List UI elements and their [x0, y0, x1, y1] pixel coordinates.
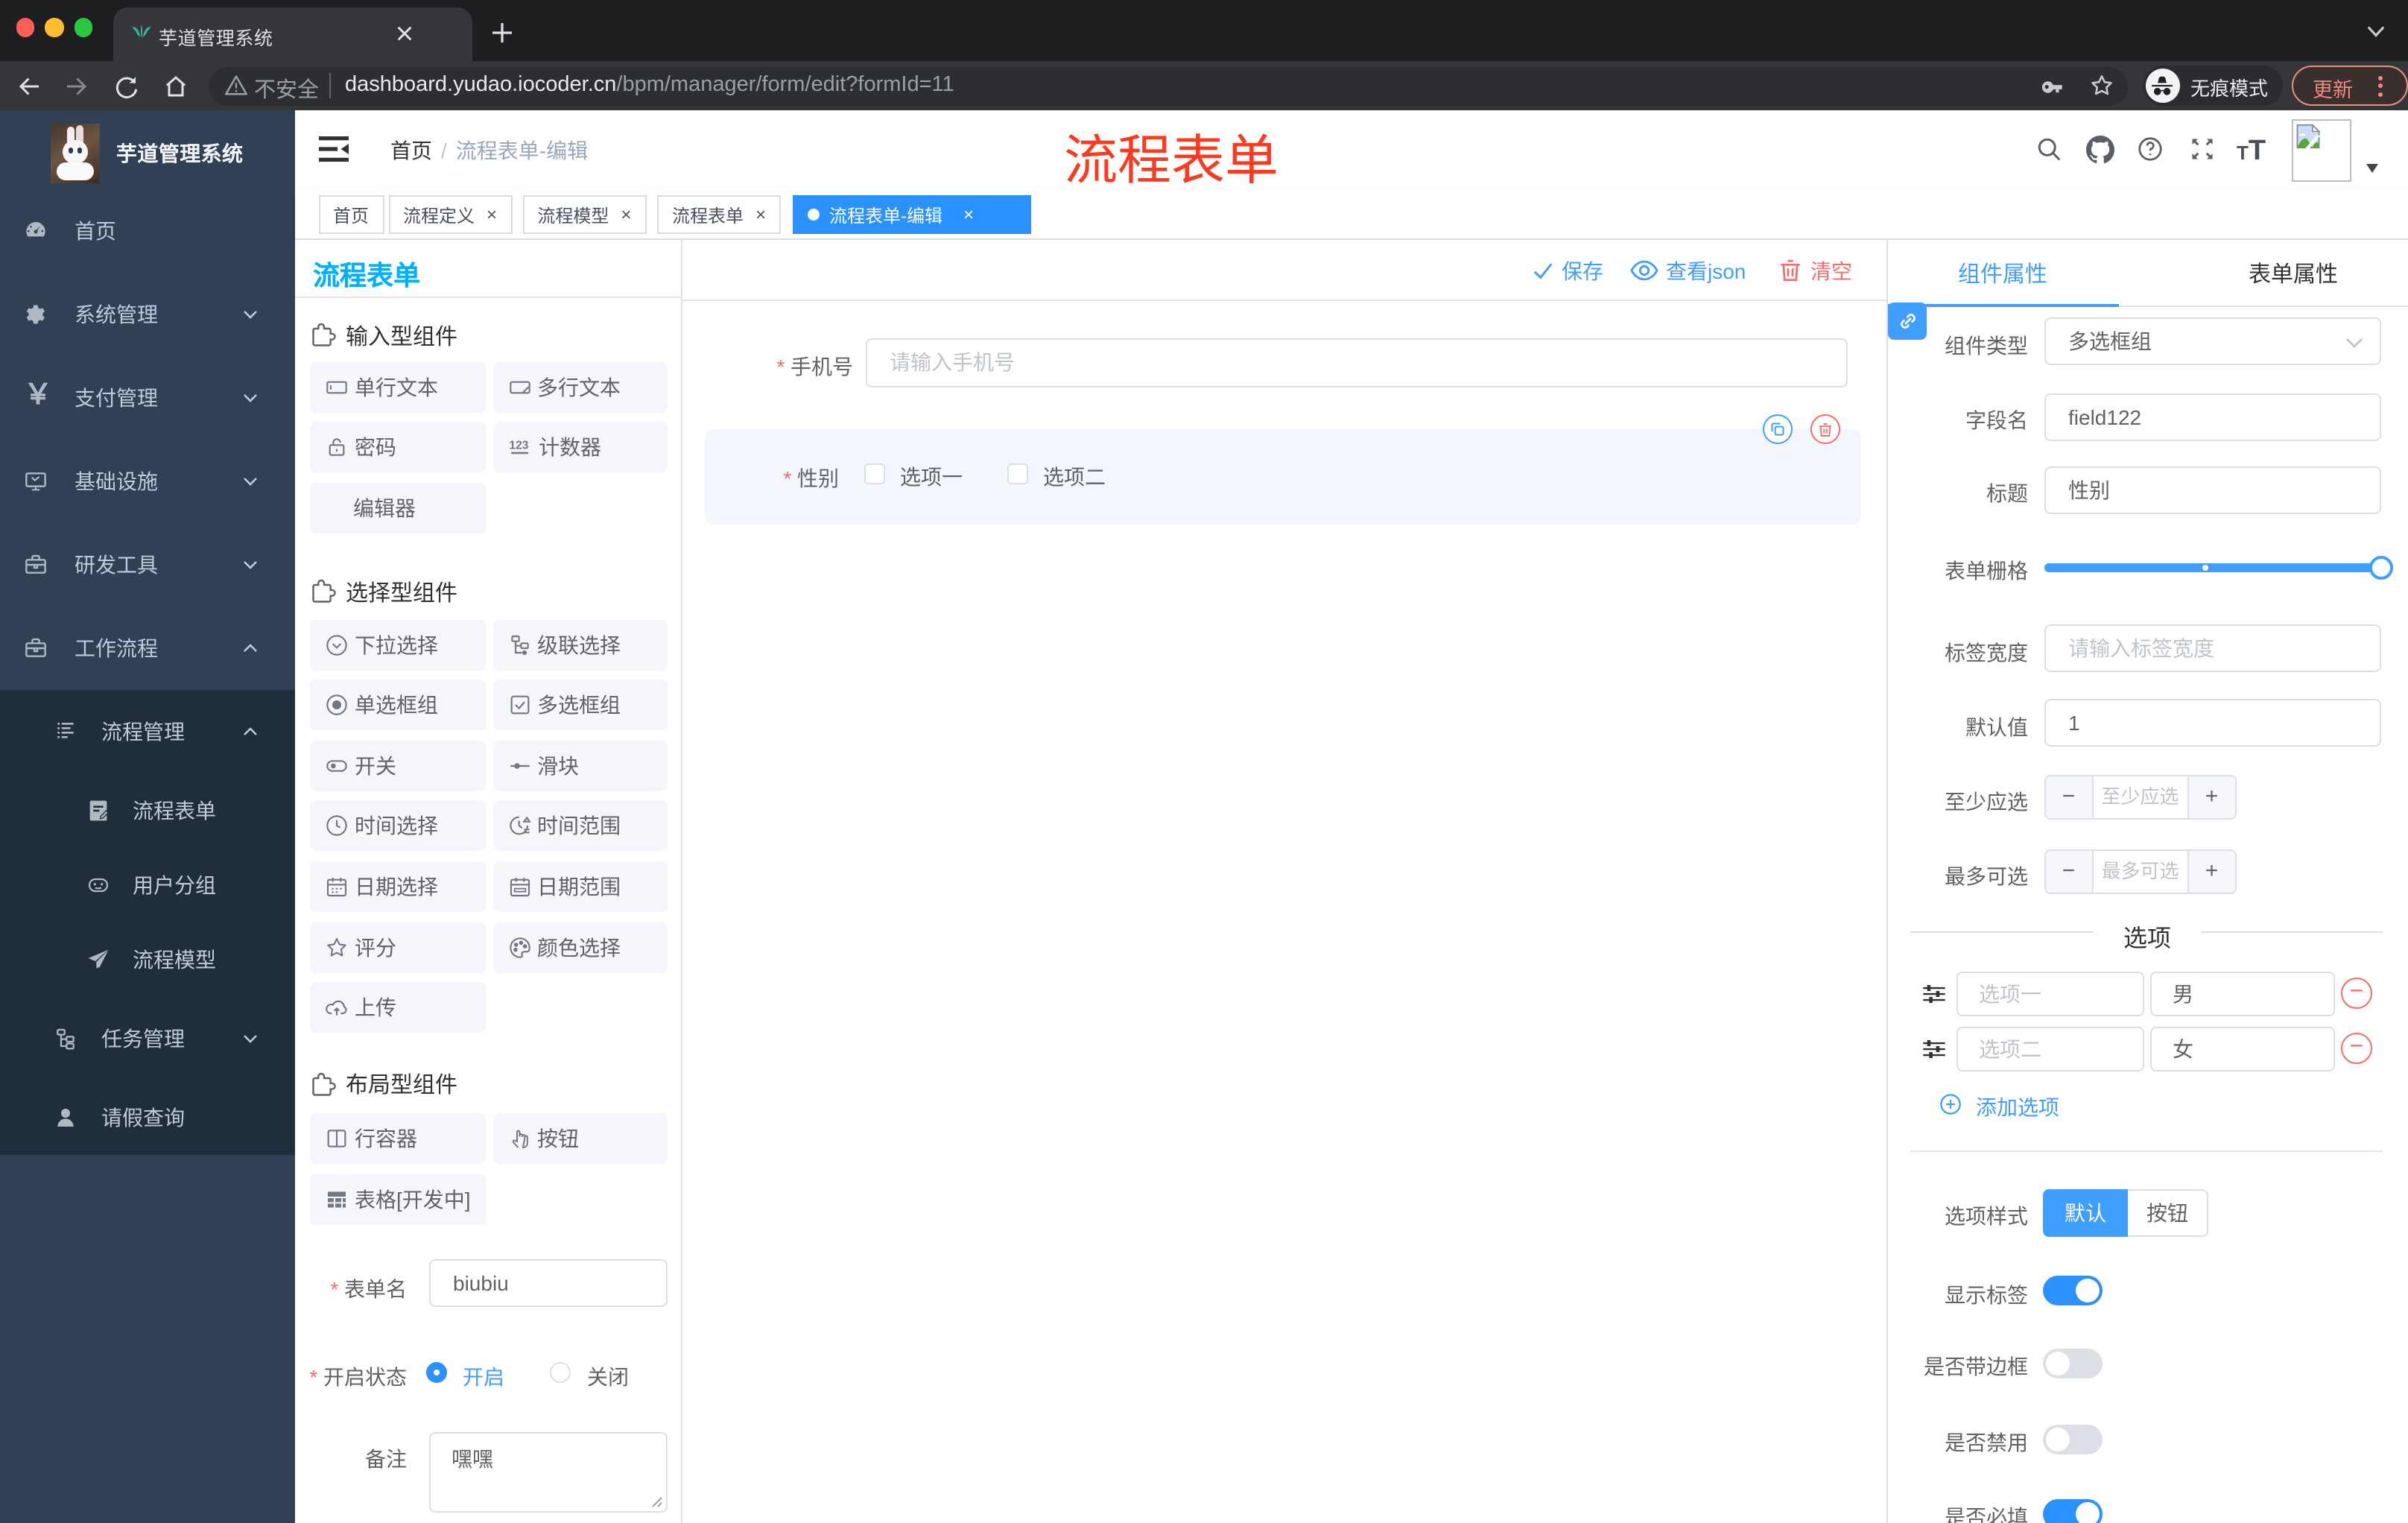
svg-text:123: 123 [508, 439, 527, 452]
